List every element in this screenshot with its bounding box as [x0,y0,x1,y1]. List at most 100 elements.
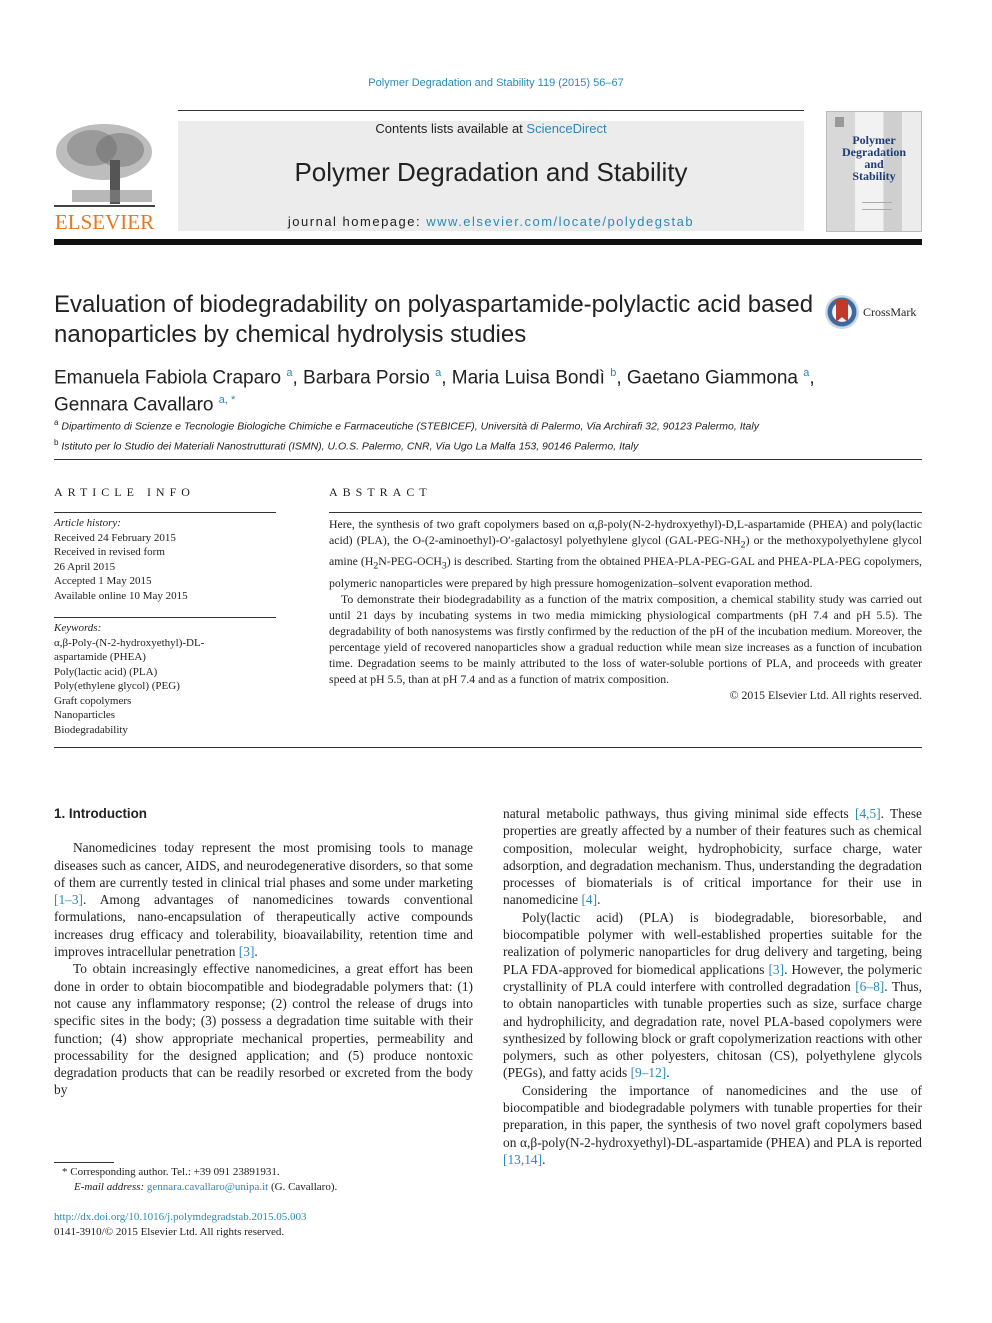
doi-block: http://dx.doi.org/10.1016/j.polymdegrads… [54,1210,474,1240]
journal-cover[interactable]: Polymer Degradation and Stability [826,111,922,232]
text: . These properties are greatly affected … [503,806,922,908]
history-item: Received 24 February 2015 [54,531,176,544]
homepage-prefix: journal homepage: [287,214,427,229]
history-item: Received in revised form [54,546,165,558]
history-item: Available online 10 May 2015 [54,589,188,602]
text: . [666,1065,670,1081]
crossmark-button[interactable]: CrossMark [825,295,925,335]
affiliation-mark: a [54,418,59,427]
separator: , [616,367,627,389]
article-info-heading: ARTICLE INFO [54,485,195,499]
reference-link[interactable]: [4,5] [855,806,881,821]
history-item: Accepted 1 May 2015 [54,575,152,587]
author-name[interactable]: Gennara Cavallaro [54,395,213,416]
homepage-link[interactable]: www.elsevier.com/locate/polydegstab [426,214,694,229]
reference-link[interactable]: [9–12] [631,1065,667,1080]
divider [54,512,276,513]
reference-link[interactable]: [1–3] [54,892,83,907]
keywords: Keywords: α,β-Poly-(N-2-hydroxyethyl)-DL… [54,621,276,737]
affiliation-mark: b [54,437,59,447]
elsevier-wordmark: ELSEVIER [54,210,155,234]
journal-banner: Contents lists available at ScienceDirec… [178,121,804,231]
text: Considering the importance of nanomedici… [503,1082,922,1150]
body-paragraph: Considering the importance of nanomedici… [503,1082,922,1168]
header-divider [54,239,922,245]
text: . Among advantages of nanomedicines towa… [54,892,473,960]
contents-line: Contents lists available at ScienceDirec… [178,121,804,136]
issn-copyright: 0141-3910/© 2015 Elsevier Ltd. All right… [54,1226,285,1238]
separator: , [441,367,452,389]
keyword: Nanoparticles [54,709,116,721]
email-note: E-mail address: gennara.cavallaro@unipa.… [62,1180,482,1195]
email-label: E-mail address: [74,1181,147,1193]
reference-link[interactable]: [3] [239,944,255,959]
text: Nanomedicines today represent the most p… [54,840,473,890]
affiliation-mark[interactable]: a, * [219,394,236,406]
doi-link[interactable]: http://dx.doi.org/10.1016/j.polymdegrads… [54,1211,306,1223]
homepage-line: journal homepage: www.elsevier.com/locat… [178,214,804,229]
footnotes: * Corresponding author. Tel.: +39 091 23… [62,1165,482,1195]
reference-link[interactable]: [3] [768,962,784,977]
author-name[interactable]: Maria Luisa Bondì [452,367,605,388]
body-paragraph: Poly(lactic acid) (PLA) is biodegradable… [503,909,922,1082]
reference-link[interactable]: [6–8] [855,979,884,994]
affiliation-text: Istituto per lo Studio dei Materiali Nan… [61,440,639,452]
divider [54,617,276,618]
abstract-paragraph: Here, the synthesis of two graft copolym… [329,516,922,591]
history-item: 26 April 2015 [54,560,116,573]
affiliations: a Dipartimento di Scienze e Tecnologie B… [54,415,914,454]
elsevier-logo[interactable]: ELSEVIER [52,120,157,235]
reference-link[interactable]: [4] [581,892,597,907]
body-paragraph: natural metabolic pathways, thus giving … [503,805,922,909]
body-column-left: 1. Introduction Nanomedicines today repr… [54,805,473,1099]
author-list: Emanuela Fabiola Craparo a, Barbara Pors… [54,362,914,417]
section-heading: 1. Introduction [54,806,147,821]
author-name[interactable]: Gaetano Giammona [627,367,798,388]
keyword: Graft copolymers [54,694,132,707]
abstract-body: Here, the synthesis of two graft copolym… [329,516,922,703]
keyword: Biodegradability [54,723,128,736]
keywords-label: Keywords: [54,622,102,634]
history-label: Article history: [54,517,121,529]
contents-prefix: Contents lists available at [375,121,527,136]
corresponding-author-note: * Corresponding author. Tel.: +39 091 23… [62,1166,280,1178]
sciencedirect-link[interactable]: ScienceDirect [526,121,606,136]
keyword: Poly(ethylene glycol) (PEG) [54,680,180,692]
copyright: © 2015 Elsevier Ltd. All rights reserved… [729,687,922,702]
text: natural metabolic pathways, thus giving … [503,806,855,821]
journal-title: Polymer Degradation and Stability [294,157,688,187]
text: (G. Cavallaro). [268,1181,338,1193]
affiliation: a Dipartimento di Scienze e Tecnologie B… [54,415,914,435]
cover-title-line: Stability [852,169,896,183]
abstract-paragraph: To demonstrate their biodegradability as… [329,591,922,686]
article-history: Article history: Received 24 February 20… [54,516,276,603]
reference-link[interactable]: [13,14] [503,1152,542,1167]
affiliation-text: Dipartimento di Scienze e Tecnologie Bio… [61,420,759,433]
footnote-divider [54,1162,114,1163]
journal-citation[interactable]: Polymer Degradation and Stability 119 (2… [0,77,992,89]
email-link[interactable]: gennara.cavallaro@unipa.it [147,1181,268,1193]
body-column-right: natural metabolic pathways, thus giving … [503,805,922,1168]
divider [54,459,922,460]
author-name[interactable]: Barbara Porsio [303,367,430,388]
keyword: α,β-Poly-(N-2-hydroxyethyl)-DL- [54,636,205,649]
tree-icon [54,124,155,207]
keyword: aspartamide (PHEA) [54,651,146,663]
body-paragraph: To obtain increasingly effective nanomed… [54,961,473,1098]
keyword: Poly(lactic acid) (PLA) [54,665,158,678]
text: . [254,944,258,960]
separator: , [809,367,815,389]
body-paragraph: Nanomedicines today represent the most p… [54,839,473,960]
author-name[interactable]: Emanuela Fabiola Craparo [54,367,281,388]
crossmark-label: CrossMark [863,305,917,319]
text: N-PEG-OCH [378,554,442,569]
text: . [597,892,601,908]
separator: , [292,367,304,389]
divider [178,110,804,111]
divider [329,512,922,513]
article-title: Evaluation of biodegradability on polyas… [54,291,814,348]
affiliation: b Istituto per lo Studio dei Materiali N… [54,435,914,455]
cover-title: Polymer Degradation and Stability [827,134,921,182]
cover-publisher-icon [835,117,844,127]
text: . [542,1151,546,1167]
